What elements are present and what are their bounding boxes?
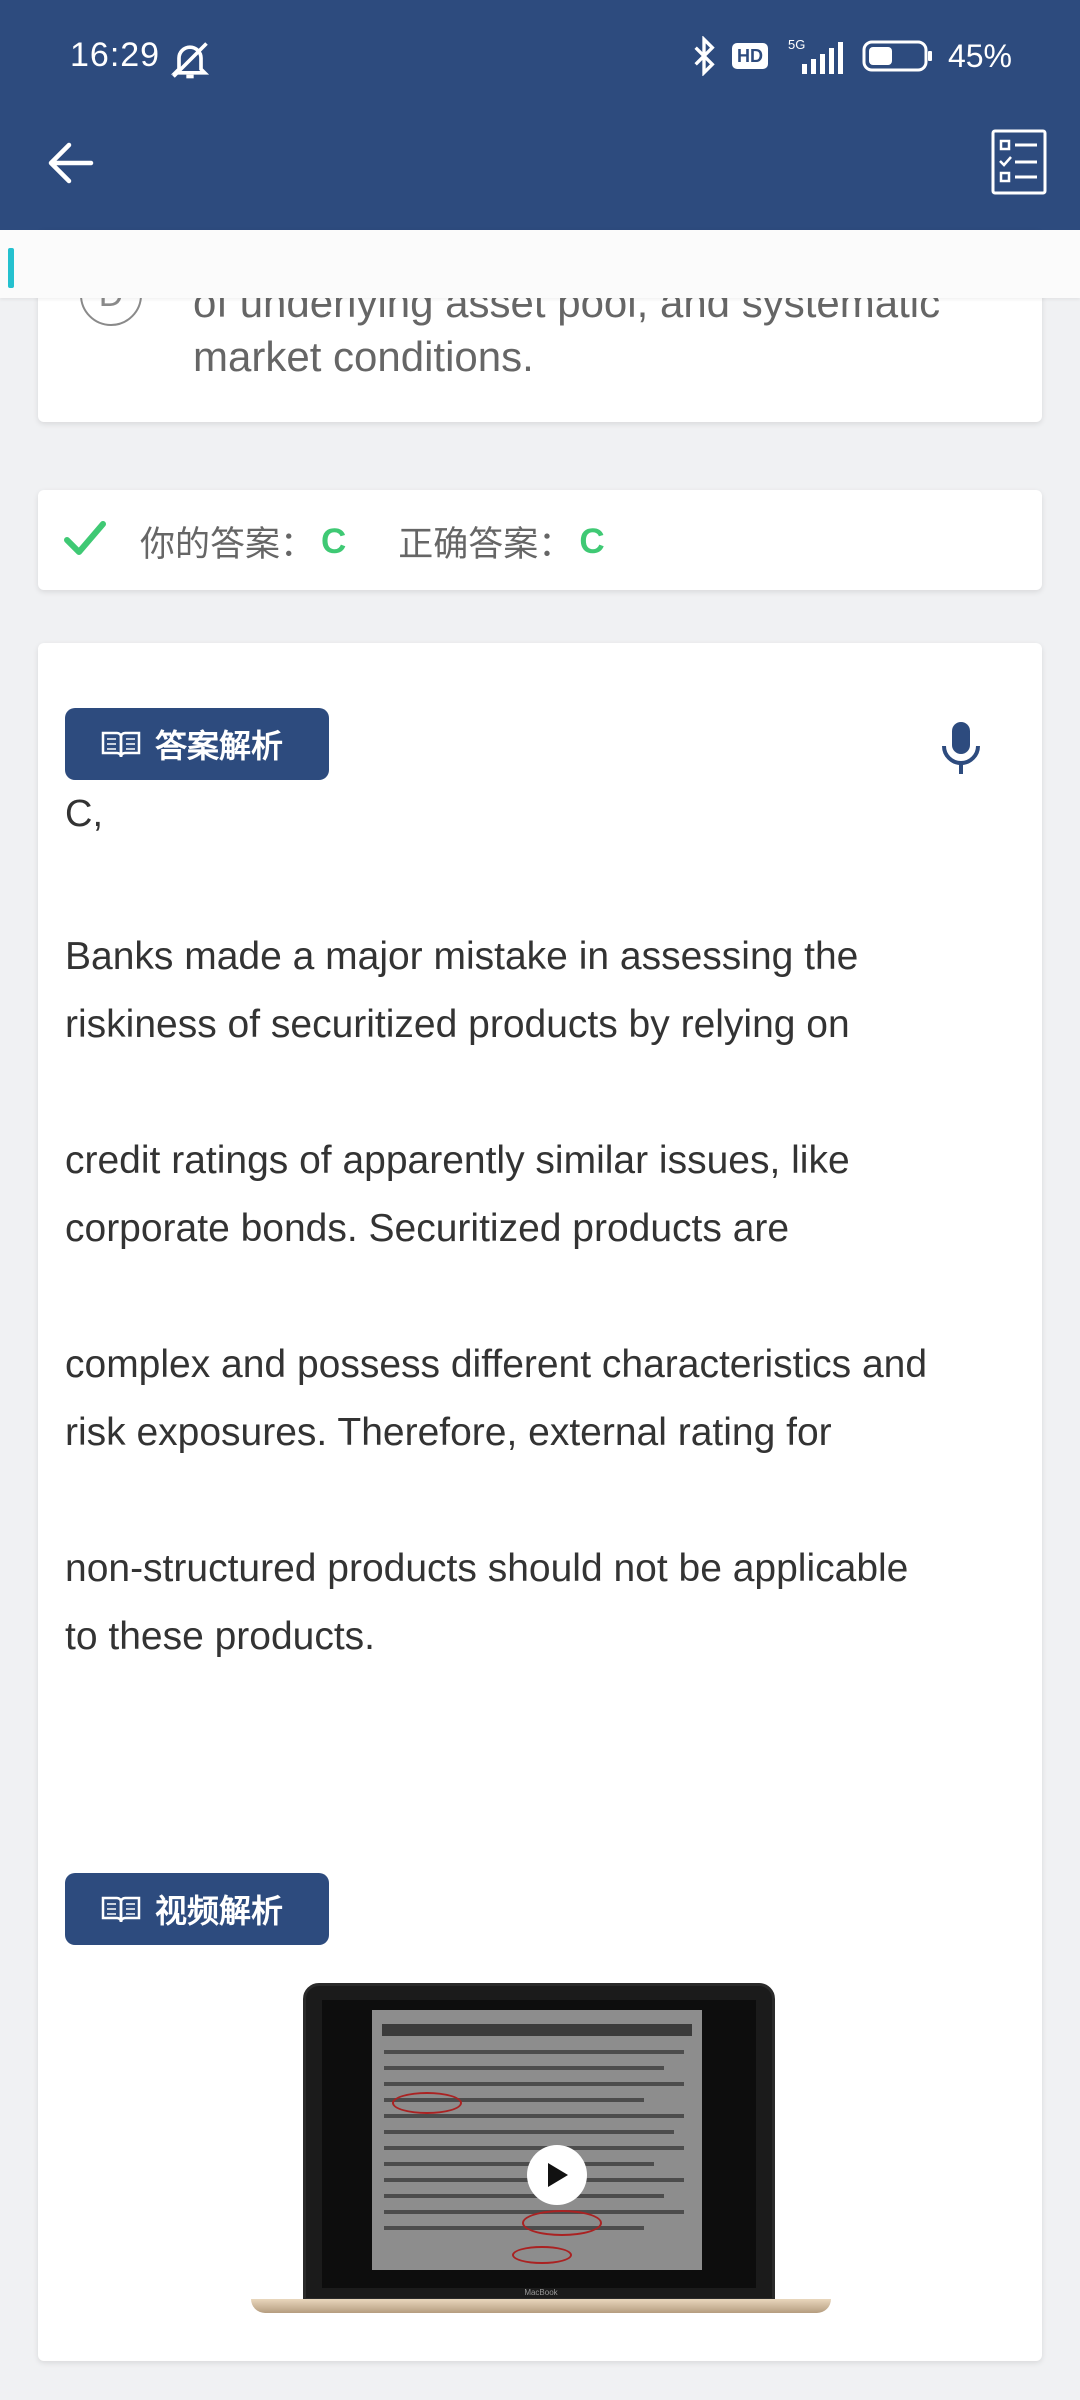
bluetooth-icon [694,36,715,76]
correct-answer-value: C [579,521,605,561]
explanation-line: to these products. [65,1615,376,1658]
video-frame-document [372,2010,702,2270]
battery-percent: 45% [947,37,1012,74]
network-label: 5G [788,37,805,52]
answer-card: 你的答案： C 正确答案： C [38,490,1042,590]
explanation-line: non-structured products should not be ap… [65,1547,909,1590]
open-book-icon [101,1896,141,1923]
correct-answer-label: 正确答案： [398,525,574,564]
laptop-brand: MacBook [524,2288,558,2297]
play-icon [548,2163,568,2187]
video-analysis-label: 视频解析 [65,1873,329,1945]
explanation-line [65,1263,1025,1331]
microphone-icon[interactable] [931,718,991,778]
explanation-line: Banks made a major mistake in assessing … [65,935,859,978]
check-icon [64,521,106,555]
app-bar: 16:29 HD 5G 45% [0,0,1080,230]
play-button[interactable] [527,2145,587,2205]
bell-off-icon [170,42,210,79]
your-answer-value: C [321,521,347,561]
progress-strip [0,230,1080,298]
explanation-body: Banks made a major mistake in assessing … [65,923,1025,1671]
explanation-card: 答案解析 C, Banks made a major mistake in as… [38,643,1042,2361]
hd-badge: HD [731,43,768,69]
video-analysis-text: 视频解析 [155,1893,284,1929]
back-button[interactable] [36,128,106,198]
explanation-line [65,1467,1025,1535]
video-thumbnail[interactable]: MacBook [251,1983,831,2323]
open-book-icon [101,731,141,758]
laptop-screen [322,2000,756,2288]
answer-analysis-text: 答案解析 [155,728,284,764]
question-list-button[interactable] [984,124,1054,200]
explanation-head: C, [65,793,103,835]
battery-icon [862,40,932,72]
arrow-left-icon [48,142,94,184]
explanation-line [65,1059,1025,1127]
checklist-icon [991,129,1047,195]
answer-analysis-label: 答案解析 [65,708,329,780]
explanation-line: risk exposures. Therefore, external rati… [65,1411,832,1454]
explanation-line: riskiness of securitized products by rel… [65,1003,850,1046]
explanation-line: corporate bonds. Securitized products ar… [65,1207,790,1250]
laptop-lid [303,1983,775,2301]
explanation-line: complex and possess different characteri… [65,1343,928,1386]
signal-icon: 5G [788,37,843,74]
status-time: 16:29 [70,36,161,74]
your-answer-label: 你的答案： [140,525,316,564]
progress-indicator [8,248,14,288]
laptop-base [251,2299,831,2313]
explanation-line: credit ratings of apparently similar iss… [65,1139,850,1182]
answer-row: 你的答案： C 正确答案： C [140,516,605,567]
status-right: HD 5G 45% [690,36,1012,76]
